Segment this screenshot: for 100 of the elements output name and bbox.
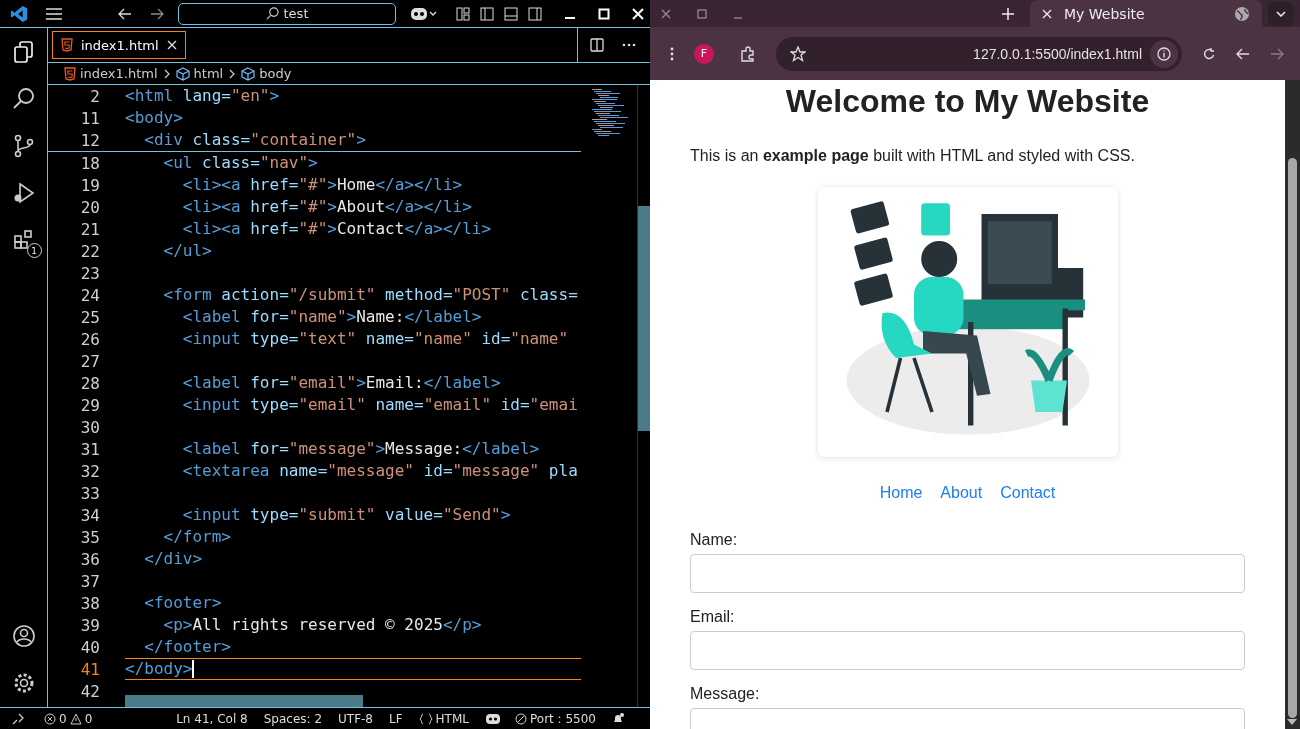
notification-badge: 1 [26, 243, 42, 258]
account-icon[interactable] [11, 624, 36, 648]
input-field[interactable] [690, 631, 1245, 670]
copilot-icon[interactable] [410, 5, 438, 22]
line-number: 41 [79, 659, 100, 679]
line-number: 30 [79, 417, 100, 437]
split-editor-icon[interactable] [590, 38, 604, 52]
nav-link[interactable]: Contact [1000, 484, 1056, 502]
code-line: <input type="email" name="email" id="emai [181, 394, 579, 416]
secondary-sidebar-icon[interactable] [528, 6, 542, 21]
line-number: 22 [79, 241, 100, 261]
line-number: 32 [79, 461, 100, 481]
code-line: <p>All rights reserved © 2025</p> [162, 614, 483, 636]
code-line: <input type="text" name="name" id="name" [181, 328, 570, 350]
layout-icon[interactable] [456, 6, 470, 21]
line-number: 20 [79, 197, 100, 217]
line-number: 24 [79, 285, 100, 305]
breadcrumb-item[interactable]: html [175, 66, 224, 81]
code-line: <div class="container"> [143, 129, 367, 151]
indentation-status[interactable]: Spaces: 2 [263, 711, 322, 726]
extensions-icon[interactable] [740, 45, 756, 62]
scrollbar-thumb[interactable] [638, 206, 650, 431]
cursor-position[interactable]: Ln 41, Col 8 [176, 711, 248, 726]
port-button[interactable]: Port : 5500 [515, 711, 596, 726]
line-number: 27 [79, 351, 100, 371]
intro-paragraph: This is an example page built with HTML and styled with CSS. [690, 147, 1135, 165]
copilot-icon[interactable] [485, 712, 501, 725]
new-tab-icon[interactable] [1002, 7, 1014, 20]
line-number: 35 [79, 527, 100, 547]
search-icon[interactable] [11, 87, 36, 111]
line-number: 21 [79, 219, 100, 239]
line-number: 37 [79, 571, 100, 591]
line-number: 19 [79, 175, 100, 195]
explorer-icon[interactable] [11, 40, 36, 64]
reload-icon[interactable] [1202, 46, 1216, 61]
editor-tab[interactable]: index1.html [52, 31, 186, 59]
page-heading: Welcome to My Website [785, 82, 1150, 120]
problems-button[interactable]: 0 0 [44, 711, 93, 726]
line-number: 28 [79, 373, 100, 393]
search-text: test [283, 6, 309, 21]
line-number: 11 [79, 108, 100, 128]
code-line: </footer> [143, 636, 232, 658]
chevron-down-icon [1276, 10, 1286, 17]
code-line: <html lang="en"> [125, 85, 281, 107]
forward-arrow-icon[interactable] [150, 7, 164, 20]
line-number: 40 [79, 637, 100, 657]
breadcrumb-item[interactable]: body [241, 66, 292, 81]
address-bar[interactable]: 127.0.0.1:5500/index1.html [776, 36, 1182, 71]
code-line: <label for="name">Name:</label> [181, 306, 483, 328]
profile-avatar[interactable]: F [694, 43, 714, 64]
code-line: </body> [125, 658, 581, 680]
remote-icon[interactable] [12, 712, 24, 725]
info-icon [1157, 46, 1171, 61]
sidebar-toggle-icon[interactable] [480, 6, 494, 21]
line-number: 39 [79, 615, 100, 635]
code-line: </ul> [162, 240, 213, 262]
line-number: 26 [79, 329, 100, 349]
line-number: 42 [79, 681, 100, 701]
globe-icon [1234, 5, 1250, 22]
back-arrow-icon[interactable] [118, 7, 132, 20]
line-number: 18 [79, 153, 100, 173]
line-number: 36 [79, 549, 100, 569]
line-number: 23 [79, 263, 100, 283]
nav-link[interactable]: About [940, 484, 983, 502]
search-field[interactable]: test [178, 2, 396, 25]
input-field[interactable] [690, 554, 1245, 593]
cube-icon [241, 66, 256, 81]
line-number: 2 [89, 86, 100, 106]
search-icon [265, 7, 279, 20]
scrollbar-thumb[interactable] [125, 695, 363, 707]
bell-icon[interactable] [612, 712, 624, 725]
tab-list-button[interactable] [1268, 1, 1294, 26]
line-ending-status[interactable]: LF [389, 711, 403, 726]
line-number: 34 [79, 505, 100, 525]
line-number: 25 [79, 307, 100, 327]
minimap-drawing [589, 89, 629, 139]
code-line: <textarea name="message" id="message" pla [181, 460, 579, 482]
app-logo-icon [10, 4, 28, 23]
encoding-status[interactable]: UTF-8 [338, 711, 373, 726]
forward-arrow-icon[interactable] [1270, 47, 1284, 60]
nav-link[interactable]: Home [879, 484, 923, 502]
line-number: 38 [79, 593, 100, 613]
scrollbar-thumb[interactable] [1288, 158, 1297, 718]
chevron-right-icon [229, 68, 236, 79]
breadcrumb-item[interactable]: index1.html [64, 66, 158, 81]
error-icon [44, 712, 56, 725]
panel-toggle-icon[interactable] [504, 6, 518, 21]
language-button[interactable]: HTML [418, 711, 469, 726]
chevron-right-icon [163, 68, 170, 79]
field-label: Name: [690, 531, 739, 549]
html-file-icon [61, 38, 73, 52]
more-icon[interactable] [622, 43, 636, 47]
site-info-button[interactable] [1150, 39, 1178, 68]
more-icon[interactable] [670, 46, 674, 61]
warning-icon [69, 712, 82, 725]
browser-tab[interactable]: My Website [1030, 0, 1262, 27]
menu-icon[interactable] [46, 7, 62, 20]
html-file-icon [64, 66, 76, 81]
star-icon[interactable] [790, 45, 806, 62]
back-arrow-icon[interactable] [1236, 47, 1250, 60]
